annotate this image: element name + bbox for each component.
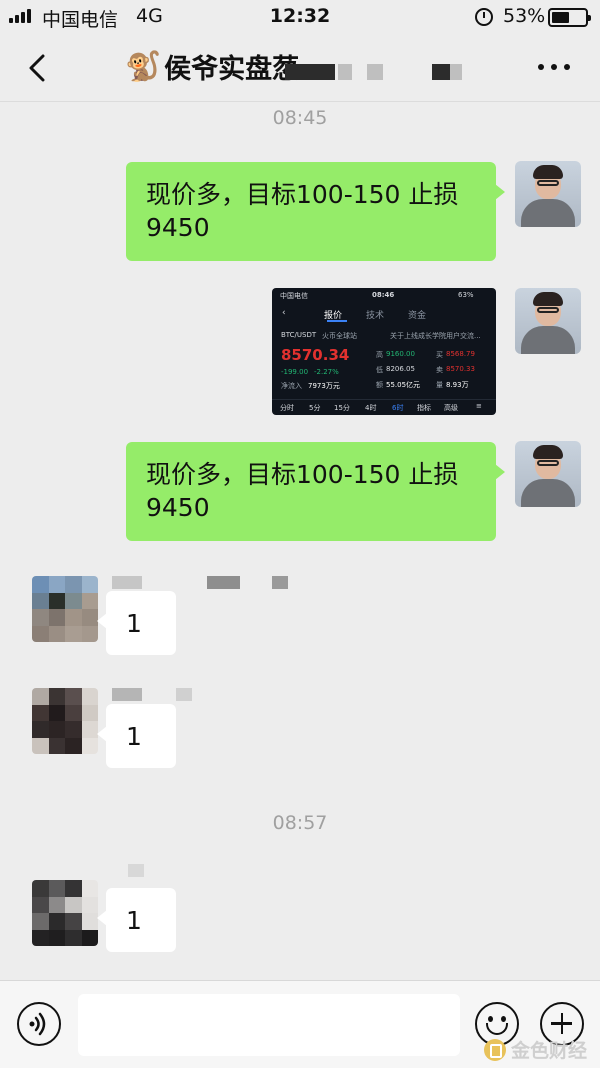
img-status-carrier: 中国电信 [280,292,308,300]
img-pair: BTC/USDT [281,331,317,339]
img-status-battery: 63% [458,291,474,299]
message-text-line: 9450 [146,213,210,242]
sender-name-redacted [207,576,240,589]
chat-title: 🐒 侯爷实盘䓤 [125,46,299,86]
message-timestamp: 08:45 [272,107,328,129]
img-net-inflow: 7973万元 [308,382,340,390]
img-sell: 8570.33 [446,365,475,373]
img-settings-icon: ≡ [476,402,482,410]
my-avatar[interactable] [515,161,581,227]
img-back-icon: ‹ [282,308,286,318]
chat-header: 🐒 侯爷实盘䓤 [0,34,600,102]
more-options-icon[interactable] [538,64,570,72]
redacted-title-part [285,64,335,80]
img-bottom-tab: 5分 [309,404,321,412]
img-label: 额 [376,381,383,389]
redacted-title-part [367,64,383,80]
message-text: 1 [126,609,142,638]
img-bottom-tab: 分时 [280,404,294,412]
message-text-line: 现价多，目标100-150 止损 [146,180,459,209]
img-bottom-tabs: 分时 5分 15分 4时 6时 指标 高级 ≡ [272,399,496,415]
img-label: 量 [436,381,443,389]
incoming-message-bubble[interactable]: 1 [97,591,176,655]
img-change: -199.00 [281,368,309,376]
img-label: 低 [376,366,383,374]
sender-name-redacted [176,688,192,701]
img-volume: 55.05亿元 [386,381,421,389]
img-label: 买 [436,351,443,359]
watermark: 金色财经 [484,1036,587,1063]
contact-avatar[interactable] [32,880,98,946]
message-text: 1 [126,722,142,751]
img-tab: 资金 [408,311,427,321]
alarm-icon [475,8,493,26]
sender-name-redacted [128,864,144,877]
contact-avatar[interactable] [32,688,98,754]
message-text: 1 [126,906,142,935]
incoming-message-bubble[interactable]: 1 [97,888,176,952]
my-avatar[interactable] [515,288,581,354]
img-buy: 8568.79 [446,350,475,358]
watermark-text: 金色财经 [511,1040,588,1062]
voice-icon[interactable] [17,1002,61,1046]
outgoing-message-bubble[interactable]: 现价多，目标100-150 止损 9450 [126,442,505,541]
message-timestamp: 08:57 [272,812,328,834]
img-exchange: 火币全球站 [322,332,357,340]
message-text-line: 9450 [146,493,210,522]
img-bottom-tab: 高级 [444,404,458,412]
img-status-time: 08:46 [372,291,395,299]
img-high: 9160.00 [386,350,415,358]
img-bottom-tab: 指标 [417,404,431,412]
img-notice: 关于上线成长学院用户交流... [390,332,481,340]
img-amount: 8.93万 [446,381,469,389]
redacted-title-part [338,64,352,80]
contact-avatar[interactable] [32,576,98,642]
outgoing-message-bubble[interactable]: 现价多，目标100-150 止损 9450 [126,162,505,261]
img-tab: 技术 [366,311,385,321]
incoming-message-bubble[interactable]: 1 [97,704,176,768]
chat-title-text: 侯爷实盘䓤 [164,53,300,85]
watermark-logo-icon [484,1038,506,1061]
redacted-title-part [450,64,462,80]
img-change-pct: -2.27% [314,368,339,376]
battery-percent: 53% [503,5,546,27]
img-bottom-tab: 4时 [365,404,377,412]
image-message[interactable]: 中国电信 08:46 63% ‹ 报价 技术 资金 BTC/USDT 火币全球站… [272,288,496,415]
img-low: 8206.05 [386,365,415,373]
img-label: 高 [376,351,383,359]
sender-name-redacted [272,576,288,589]
img-bottom-tab: 6时 [392,404,404,412]
status-bar: 中国电信 4G 12:32 53% [0,0,600,34]
monkey-icon: 🐒 [125,48,162,83]
battery-icon [548,8,591,27]
chevron-left-icon[interactable] [26,54,48,82]
message-input[interactable] [78,994,460,1056]
sender-name-redacted [112,576,142,589]
my-avatar[interactable] [515,441,581,507]
sender-name-redacted [112,688,142,701]
message-text-line: 现价多，目标100-150 止损 [146,460,459,489]
img-net-inflow-label: 净流入 [281,382,302,390]
img-bottom-tab: 15分 [334,404,350,412]
img-label: 卖 [436,366,443,374]
redacted-title-part [432,64,450,80]
img-price: 8570.34 [281,346,350,364]
